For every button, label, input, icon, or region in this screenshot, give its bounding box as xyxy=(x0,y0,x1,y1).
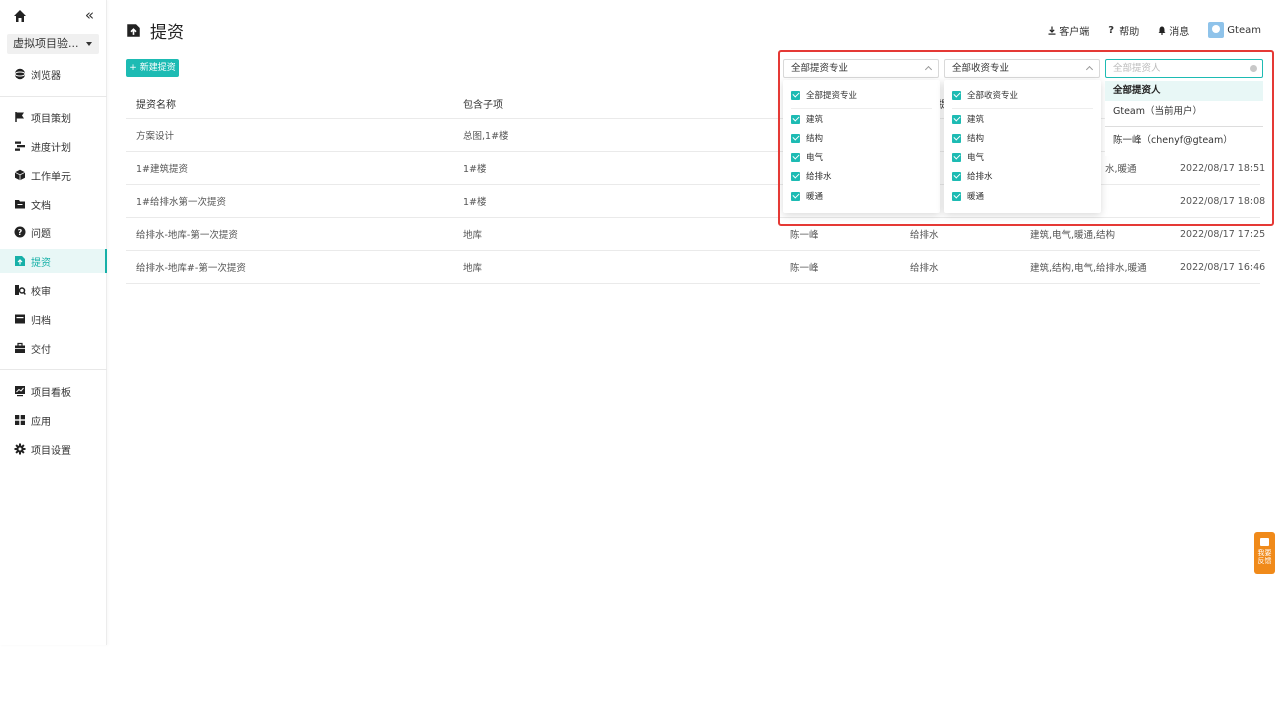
sidebar-item-dashboard[interactable]: 项目看板 xyxy=(0,379,107,403)
messages-link[interactable]: 消息 xyxy=(1158,23,1189,38)
project-selector-label: 虚拟项目验... xyxy=(13,37,79,50)
table-row[interactable]: 给排水-地库#-第一次提资 地库 陈一峰 给排水 建筑,结构,电气,给排水,暖通… xyxy=(126,251,1265,284)
help-icon: ? xyxy=(1108,24,1115,36)
cell-subitems: 地库 xyxy=(463,230,483,241)
help-link[interactable]: ? 帮助 xyxy=(1108,23,1139,38)
cell-major: 给排水 xyxy=(910,263,939,274)
sidebar-divider xyxy=(0,369,107,370)
cell-subitems: 地库 xyxy=(463,263,483,274)
download-icon xyxy=(1048,26,1056,35)
cell-name: 1#给排水第一次提资 xyxy=(136,197,227,208)
dashboard-icon xyxy=(15,386,25,397)
sidebar-item-issues[interactable]: ? 问题 xyxy=(0,220,107,244)
cell-time: 2022/08/17 16:46 xyxy=(1180,261,1266,273)
sidebar-item-label: 问题 xyxy=(31,228,51,240)
cell-receivers: 建筑,结构,电气,给排水,暖通 xyxy=(1030,263,1147,274)
cell-name: 1#建筑提资 xyxy=(136,164,189,175)
gantt-icon xyxy=(15,141,25,151)
question-icon: ? xyxy=(14,226,26,238)
download-client-link[interactable]: 客户端 xyxy=(1048,23,1089,38)
sidebar-item-archive[interactable]: 归档 xyxy=(0,307,107,331)
home-icon[interactable] xyxy=(12,8,28,24)
help-label: 帮助 xyxy=(1119,26,1140,38)
flag-icon xyxy=(15,112,24,122)
sidebar-divider xyxy=(0,96,107,97)
download-client-label: 客户端 xyxy=(1059,26,1090,38)
sidebar-item-label: 工作单元 xyxy=(31,171,71,183)
sidebar-item-submission[interactable]: 提资 xyxy=(0,249,107,273)
briefcase-icon xyxy=(15,342,25,353)
apps-icon xyxy=(15,415,25,425)
cell-subitems: 总图,1#楼 xyxy=(463,131,509,142)
upload-doc-icon xyxy=(127,24,140,37)
sidebar-item-label: 应用 xyxy=(31,416,51,428)
feedback-button[interactable]: 我要反馈 xyxy=(1254,532,1275,574)
svg-text:?: ? xyxy=(18,228,23,237)
sidebar-item-label: 项目看板 xyxy=(31,387,71,399)
sidebar-item-apps[interactable]: 应用 xyxy=(0,408,107,432)
cell-subitems: 1#楼 xyxy=(463,197,487,208)
archive-icon xyxy=(15,314,25,324)
sidebar: « 虚拟项目验... 浏览器 项目策划 进度计划 工作单元 文档 ? 问题 提资… xyxy=(0,0,107,645)
sidebar-item-label: 交付 xyxy=(31,344,51,356)
sidebar-item-browser[interactable]: 浏览器 xyxy=(0,62,107,86)
page-title-text: 提资 xyxy=(150,23,184,43)
app-root: « 虚拟项目验... 浏览器 项目策划 进度计划 工作单元 文档 ? 问题 提资… xyxy=(0,0,1280,720)
sidebar-item-label: 提资 xyxy=(31,257,51,269)
column-header-subitems[interactable]: 包含子项 xyxy=(463,88,503,118)
cell-name: 方案设计 xyxy=(136,131,175,142)
column-header-name[interactable]: 提资名称 xyxy=(136,88,176,118)
sidebar-item-label: 浏览器 xyxy=(31,70,61,82)
highlight-box xyxy=(778,50,1274,226)
sidebar-item-settings[interactable]: 项目设置 xyxy=(0,437,107,461)
messages-label: 消息 xyxy=(1169,26,1190,38)
top-toolbar: 客户端 ? 帮助 消息 Gteam xyxy=(1029,22,1261,38)
avatar xyxy=(1208,22,1225,38)
feedback-icon xyxy=(1260,538,1269,546)
bell-icon xyxy=(1158,26,1166,35)
cell-name: 给排水-地库-第一次提资 xyxy=(136,230,238,241)
sidebar-item-label: 归档 xyxy=(31,315,51,327)
sidebar-item-schedule[interactable]: 进度计划 xyxy=(0,134,107,158)
sidebar-item-documents[interactable]: 文档 xyxy=(0,192,107,216)
sidebar-item-delivery[interactable]: 交付 xyxy=(0,336,107,360)
folder-icon xyxy=(15,200,25,209)
feedback-label: 我要反馈 xyxy=(1257,549,1272,565)
cell-submitter: 陈一峰 xyxy=(790,263,819,274)
project-selector[interactable]: 虚拟项目验... xyxy=(7,34,99,54)
sidebar-item-review[interactable]: 校审 xyxy=(0,278,107,302)
page-title: 提资 xyxy=(126,18,184,43)
upload-doc-icon xyxy=(15,256,25,266)
collapse-sidebar-icon[interactable]: « xyxy=(78,8,94,24)
sidebar-top: « xyxy=(12,8,94,24)
user-menu[interactable]: Gteam xyxy=(1208,22,1261,38)
sidebar-item-label: 项目设置 xyxy=(31,445,71,457)
user-name: Gteam xyxy=(1227,24,1261,36)
review-icon xyxy=(15,285,26,295)
cube-icon xyxy=(14,169,26,181)
sidebar-item-work-unit[interactable]: 工作单元 xyxy=(0,163,107,187)
sidebar-item-planning[interactable]: 项目策划 xyxy=(0,105,107,129)
sidebar-item-label: 进度计划 xyxy=(31,142,71,154)
sidebar-item-label: 文档 xyxy=(31,200,51,212)
globe-icon xyxy=(14,68,26,80)
cell-subitems: 1#楼 xyxy=(463,164,487,175)
gear-icon xyxy=(14,443,26,455)
sidebar-item-label: 项目策划 xyxy=(31,113,71,125)
cell-name: 给排水-地库#-第一次提资 xyxy=(136,263,246,274)
new-submission-button[interactable]: + 新建提资 xyxy=(126,59,179,77)
chevron-down-icon xyxy=(86,42,92,46)
sidebar-item-label: 校审 xyxy=(31,286,51,298)
